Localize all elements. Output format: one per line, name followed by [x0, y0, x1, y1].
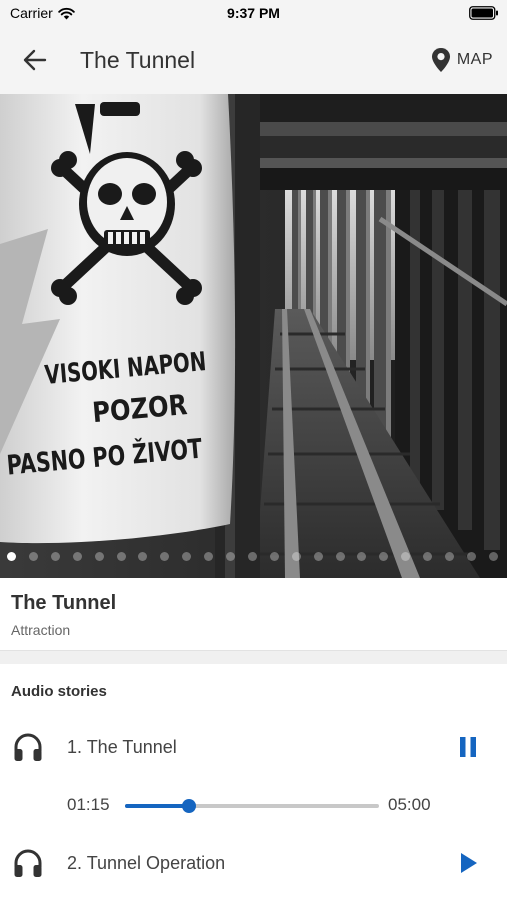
carousel-dot[interactable] — [160, 552, 170, 561]
headphones-icon — [14, 849, 42, 877]
seek-bar[interactable] — [125, 799, 379, 813]
carousel-dot[interactable] — [182, 552, 192, 561]
map-pin-icon — [431, 48, 450, 72]
current-time: 01:15 — [67, 795, 110, 814]
status-bar: Carrier 9:37 PM — [0, 0, 507, 26]
app-bar: The Tunnel MAP — [0, 26, 507, 94]
play-button[interactable] — [455, 850, 481, 876]
carousel-dot[interactable] — [401, 552, 411, 561]
place-info: The Tunnel Attraction — [0, 578, 507, 650]
place-title: The Tunnel — [11, 592, 117, 614]
back-button[interactable] — [18, 45, 52, 75]
carousel-dot[interactable] — [226, 552, 235, 561]
map-label: MAP — [456, 51, 493, 68]
carousel-dot[interactable] — [445, 552, 454, 561]
carousel-dot[interactable] — [423, 552, 433, 561]
headphones-icon — [14, 733, 42, 761]
map-button[interactable]: MAP — [431, 46, 493, 74]
audio-track-2[interactable]: 2. Tunnel Operation — [0, 838, 507, 888]
status-time: 9:37 PM — [227, 5, 280, 21]
page-title: The Tunnel — [80, 47, 196, 73]
total-time: 05:00 — [388, 795, 431, 814]
carousel-dot[interactable] — [291, 552, 301, 561]
audio-stories-heading: Audio stories — [11, 683, 107, 700]
carousel-dot[interactable] — [138, 552, 148, 561]
carousel-dot[interactable] — [204, 552, 214, 561]
tunnel-photo: VISOKI NAPON POZOR PASNO PO ŽIVOT — [0, 94, 507, 578]
carousel-dot[interactable] — [28, 552, 38, 561]
place-category: Attraction — [11, 622, 71, 638]
carrier-label: Carrier — [10, 5, 53, 21]
carousel-dot[interactable] — [247, 552, 257, 561]
audio-player-progress: 01:15 05:00 — [0, 790, 507, 820]
play-icon — [461, 853, 477, 873]
pause-button[interactable] — [455, 734, 481, 760]
carousel-dot[interactable] — [488, 552, 498, 561]
carousel-dot[interactable] — [50, 552, 60, 561]
audio-track-1[interactable]: 1. The Tunnel — [0, 722, 507, 772]
photo-carousel[interactable]: VISOKI NAPON POZOR PASNO PO ŽIVOT — [0, 94, 507, 578]
track-title: 2. Tunnel Operation — [67, 853, 226, 873]
carousel-pagination — [0, 552, 507, 564]
carousel-dot[interactable] — [269, 552, 279, 561]
carousel-dot[interactable] — [357, 552, 367, 561]
carousel-dot[interactable] — [466, 552, 476, 561]
carrier-info: Carrier — [10, 5, 75, 21]
track-title: 1. The Tunnel — [67, 737, 177, 757]
carousel-dot[interactable] — [72, 552, 82, 561]
seek-bar-fill — [125, 804, 189, 808]
carousel-dot[interactable] — [379, 552, 389, 561]
pause-icon — [460, 737, 476, 757]
carousel-dot[interactable] — [94, 552, 104, 561]
arrow-left-icon — [23, 49, 47, 71]
wifi-icon — [58, 7, 75, 19]
seek-bar-thumb[interactable] — [181, 799, 196, 813]
section-divider — [0, 650, 507, 664]
carousel-dot[interactable] — [116, 552, 126, 561]
carousel-dot[interactable] — [7, 552, 16, 561]
battery-icon — [469, 6, 498, 20]
carousel-dot[interactable] — [335, 552, 345, 561]
carousel-dot[interactable] — [313, 552, 323, 561]
